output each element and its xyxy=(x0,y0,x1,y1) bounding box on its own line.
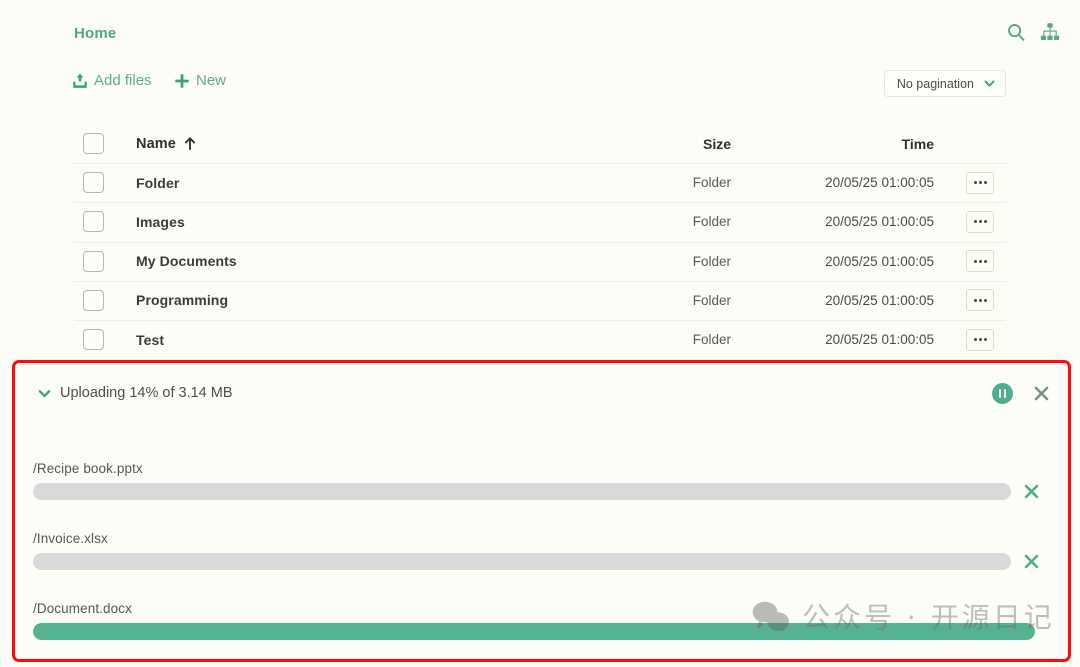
table-body: Folder Folder 20/05/25 01:00:05 Images Folde… xyxy=(74,163,1006,359)
upload-progress-fill xyxy=(33,623,1035,640)
table-row[interactable]: Test Folder 20/05/25 01:00:05 xyxy=(74,319,1006,359)
row-actions-cell xyxy=(946,250,1006,273)
row-actions-cell xyxy=(946,210,1006,233)
upload-file-path: /Invoice.xlsx xyxy=(33,531,108,546)
upload-panel-header[interactable]: Uploading 14% of 3.14 MB xyxy=(38,385,233,401)
row-size: Folder xyxy=(692,292,731,308)
row-time: 20/05/25 01:00:05 xyxy=(825,175,934,191)
row-size: Folder xyxy=(692,214,731,230)
search-icon[interactable] xyxy=(1006,22,1026,42)
row-separator xyxy=(74,280,1006,282)
upload-status-label: Uploading 14% of 3.14 MB xyxy=(60,385,233,401)
row-name[interactable]: My Documents xyxy=(136,253,581,269)
upload-item: /Document.docx xyxy=(33,601,1052,640)
upload-progress-row xyxy=(33,623,1052,640)
row-actions-cell xyxy=(946,171,1006,194)
row-checkbox[interactable] xyxy=(83,250,104,272)
row-separator xyxy=(74,202,1006,204)
row-name[interactable]: Programming xyxy=(136,292,581,308)
new-label: New xyxy=(196,72,227,89)
upload-progress-bar xyxy=(33,623,1035,640)
column-header-size[interactable]: Size xyxy=(581,136,731,152)
upload-icon xyxy=(72,73,88,89)
pagination-selected-label: No pagination xyxy=(896,76,974,91)
close-upload-panel-button[interactable] xyxy=(1033,385,1050,402)
table-header-row: Name Size Time xyxy=(74,124,1006,165)
sitemap-icon[interactable] xyxy=(1040,22,1060,42)
sort-ascending-icon xyxy=(184,137,196,151)
column-header-name-label: Name xyxy=(136,135,176,152)
upload-item: /Recipe book.pptx xyxy=(33,461,1052,500)
upload-file-path: /Document.docx xyxy=(33,601,132,616)
row-size: Folder xyxy=(692,175,731,191)
upload-panel: Uploading 14% of 3.14 MB /Recipe book.pp… xyxy=(15,364,1068,659)
row-select-cell xyxy=(74,289,136,311)
cancel-upload-button[interactable] xyxy=(1023,553,1040,570)
row-select-cell xyxy=(74,211,136,233)
upload-progress-row xyxy=(33,483,1052,500)
row-actions-cell xyxy=(946,328,1006,351)
cancel-upload-button[interactable] xyxy=(1023,483,1040,500)
row-time: 20/05/25 01:00:05 xyxy=(825,332,934,348)
table-row[interactable]: Folder Folder 20/05/25 01:00:05 xyxy=(74,163,1006,202)
row-more-menu-button[interactable] xyxy=(966,210,994,233)
top-bar: Home xyxy=(0,0,1080,58)
row-size: Folder xyxy=(692,332,731,348)
row-name[interactable]: Images xyxy=(136,214,581,230)
row-checkbox[interactable] xyxy=(83,172,104,194)
pause-upload-button[interactable] xyxy=(992,383,1013,404)
row-checkbox[interactable] xyxy=(83,289,104,311)
row-checkbox[interactable] xyxy=(83,211,104,233)
row-name[interactable]: Test xyxy=(136,332,581,348)
row-more-menu-button[interactable] xyxy=(966,328,994,351)
select-all-cell xyxy=(74,133,136,155)
file-manager-page: Home Add files New No pagination Name Si… xyxy=(0,0,1080,667)
row-more-menu-button[interactable] xyxy=(966,171,994,194)
row-time: 20/05/25 01:00:05 xyxy=(825,253,934,269)
row-name[interactable]: Folder xyxy=(136,175,581,191)
row-separator xyxy=(74,319,1006,321)
table-row[interactable]: My Documents Folder 20/05/25 01:00:05 xyxy=(74,241,1006,281)
add-files-button[interactable]: Add files xyxy=(72,72,152,89)
row-separator xyxy=(74,163,1006,165)
row-time: 20/05/25 01:00:05 xyxy=(825,214,934,230)
table-row[interactable]: Programming Folder 20/05/25 01:00:05 xyxy=(74,280,1006,320)
breadcrumb[interactable]: Home xyxy=(74,25,116,42)
row-separator xyxy=(74,241,1006,243)
row-size: Folder xyxy=(692,253,731,269)
row-time: 20/05/25 01:00:05 xyxy=(825,292,934,308)
column-header-time[interactable]: Time xyxy=(731,136,946,152)
column-header-name[interactable]: Name xyxy=(136,136,581,152)
chevron-down-icon[interactable] xyxy=(38,387,51,400)
row-checkbox[interactable] xyxy=(83,329,104,351)
upload-progress-bar xyxy=(33,483,1011,500)
new-button[interactable]: New xyxy=(174,72,226,89)
plus-icon xyxy=(174,73,190,89)
row-actions-cell xyxy=(946,289,1006,312)
table-row[interactable]: Images Folder 20/05/25 01:00:05 xyxy=(74,202,1006,241)
row-select-cell xyxy=(74,250,136,272)
row-select-cell xyxy=(74,172,136,194)
top-icon-group xyxy=(1006,22,1060,42)
select-all-checkbox[interactable] xyxy=(83,133,104,155)
chevron-down-icon xyxy=(984,78,995,89)
row-select-cell xyxy=(74,329,136,351)
upload-progress-row xyxy=(33,553,1052,570)
add-files-label: Add files xyxy=(94,72,152,89)
pagination-select[interactable]: No pagination xyxy=(883,70,1006,97)
row-more-menu-button[interactable] xyxy=(966,250,994,273)
upload-panel-actions xyxy=(992,383,1050,404)
file-table: Name Size Time Folder Folder 20/05/25 01:0… xyxy=(74,124,1006,359)
row-more-menu-button[interactable] xyxy=(966,289,994,312)
upload-item: /Invoice.xlsx xyxy=(33,531,1052,570)
upload-progress-bar xyxy=(33,553,1011,570)
upload-file-path: /Recipe book.pptx xyxy=(33,461,143,476)
